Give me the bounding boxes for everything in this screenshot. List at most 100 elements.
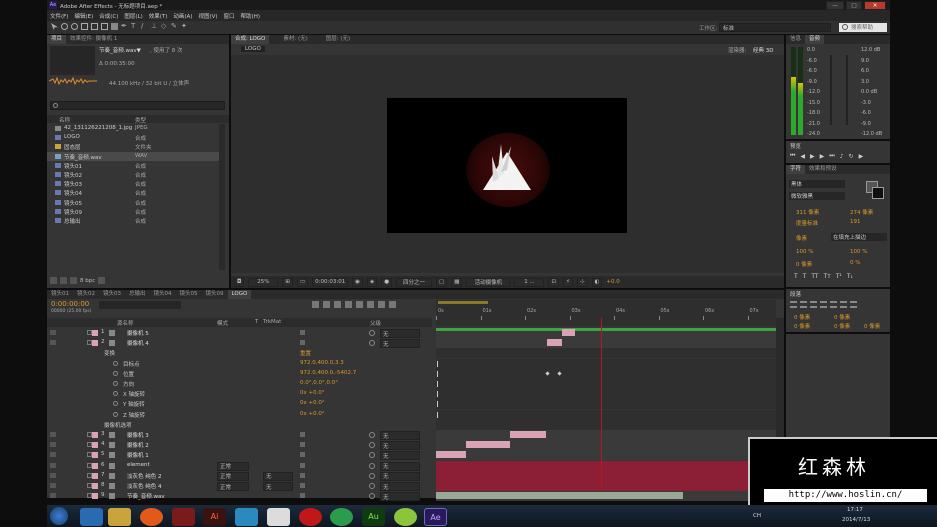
align-center-icon[interactable] [800, 301, 807, 308]
label-color-swatch[interactable] [92, 340, 98, 347]
all-caps-icon[interactable]: TT [811, 273, 818, 280]
stroke-width-value[interactable]: 像素 [796, 234, 807, 242]
brush-tool-icon[interactable]: / [141, 23, 148, 30]
explorer-icon[interactable] [108, 508, 131, 526]
work-area-bar[interactable] [438, 301, 488, 304]
layer-track[interactable] [436, 470, 776, 481]
zoom-tool-icon[interactable] [71, 23, 78, 30]
first-frame-icon[interactable]: ⏮ [790, 152, 795, 160]
stroke-color-swatch[interactable] [872, 187, 884, 199]
project-item[interactable]: 镜头01 合成 [47, 161, 219, 170]
layer-track[interactable] [436, 481, 776, 491]
column-trkmat[interactable]: TrkMat [263, 319, 281, 325]
justify-all-icon[interactable] [850, 301, 857, 308]
menu-item[interactable]: 动画(A) [173, 12, 192, 20]
timeline-tab[interactable]: 镜头04 [150, 290, 176, 299]
comp-mini-flowchart-icon[interactable] [312, 301, 319, 308]
layer-mode-select[interactable]: 正常 [217, 471, 249, 481]
layer-row[interactable]: 7 淡灰色 纯色 2 正常 无 无 [47, 471, 432, 481]
property-value[interactable]: 972.0,400.0,3.3 [300, 360, 344, 366]
visibility-eye-icon[interactable] [50, 493, 56, 499]
play-icon[interactable]: ▶ [810, 153, 815, 160]
column-type[interactable]: 类型 [135, 116, 146, 124]
subscript-icon[interactable]: T₁ [847, 273, 853, 280]
parent-select[interactable]: 无 [380, 461, 420, 471]
column-mode[interactable]: 模式 [217, 319, 228, 327]
menu-item[interactable]: 视图(V) [198, 12, 217, 20]
start-button-icon[interactable] [50, 507, 68, 525]
property-value[interactable]: 0x +0.0° [300, 411, 325, 417]
timeline-search-input[interactable] [99, 301, 181, 309]
resolution-select[interactable]: 四分之一 [396, 277, 433, 287]
show-snapshot-icon[interactable]: ◈ [366, 277, 378, 287]
flowchart-icon[interactable]: ⊹ [576, 277, 588, 287]
layer-mode-select[interactable]: 正常 [217, 461, 249, 471]
column-parent[interactable]: 父级 [370, 319, 381, 327]
project-item[interactable]: 镜头02 合成 [47, 170, 219, 179]
visibility-eye-icon[interactable] [50, 442, 56, 448]
close-icon[interactable]: ✕ [864, 1, 886, 10]
parent-select[interactable]: 无 [380, 451, 420, 461]
camera-view-select[interactable]: 活动摄像机 [466, 277, 511, 287]
shy-switch-icon[interactable] [300, 472, 305, 478]
reset-exposure-icon[interactable]: ◐ [591, 277, 603, 287]
hide-shy-icon[interactable] [334, 301, 341, 308]
stopwatch-icon[interactable] [113, 401, 118, 407]
layer-name[interactable]: 摄像机 2 [127, 441, 149, 449]
selected-item-name[interactable]: 节奏_音频.wav▼ [99, 46, 141, 54]
after-effects-icon[interactable]: Ae [424, 508, 447, 526]
layer-name[interactable]: 摄像机 4 [127, 339, 149, 347]
trash-icon[interactable] [98, 277, 106, 284]
project-item[interactable]: 镜头04 合成 [47, 188, 219, 197]
hand-tool-icon[interactable] [61, 23, 68, 30]
taskbar-app-1-icon[interactable] [80, 508, 103, 526]
layer-track[interactable] [436, 450, 776, 461]
faux-bold-icon[interactable]: T [794, 273, 798, 280]
transform-property-row[interactable]: Z 轴旋转 0x +0.0° [47, 410, 432, 420]
space-after[interactable]: 0 像素 [864, 322, 880, 330]
transparency-grid-icon[interactable]: ▦ [451, 277, 463, 287]
layer-name[interactable]: 节奏_音频.wav [127, 492, 165, 500]
project-item[interactable]: LOGO 合成 [47, 133, 219, 142]
transform-group[interactable]: 变换 重置 [47, 348, 432, 358]
current-time-indicator[interactable] [601, 318, 602, 488]
brainstorm-icon[interactable] [367, 301, 374, 308]
tab-info[interactable]: 信息 [786, 35, 805, 44]
label-color-swatch[interactable] [92, 472, 98, 479]
channel-icon[interactable]: ● [381, 277, 393, 287]
stopwatch-icon[interactable] [113, 411, 118, 417]
layer-track[interactable] [436, 338, 776, 349]
shy-switch-icon[interactable] [300, 442, 305, 448]
project-item[interactable]: 镜头05 合成 [47, 198, 219, 207]
align-left-icon[interactable] [790, 301, 797, 308]
baseline-shift-value[interactable]: 0 像素 [796, 260, 812, 268]
menu-item[interactable]: 图层(L) [124, 12, 142, 20]
project-item[interactable]: 固态层 文件夹 [47, 142, 219, 151]
pan-behind-tool-icon[interactable] [101, 23, 108, 30]
layer-name[interactable]: 摄像机 3 [127, 431, 149, 439]
stopwatch-icon[interactable] [113, 370, 118, 376]
tsume-value[interactable]: 0 % [850, 260, 860, 266]
tab-effect-controls[interactable]: 效果控件: 摄像机 1 [66, 35, 121, 44]
visibility-eye-icon[interactable] [50, 483, 56, 488]
tab-project[interactable]: 项目 [47, 35, 67, 44]
property-value[interactable]: 0x +0.0° [300, 400, 325, 406]
roto-brush-tool-icon[interactable]: ✎ [171, 23, 178, 30]
snapshot-icon[interactable]: ◉ [352, 277, 363, 287]
clock-time[interactable]: 17:17 [847, 507, 863, 513]
toggle-pixel-icon[interactable]: ⊡ [548, 277, 560, 287]
label-color-swatch[interactable] [92, 493, 98, 500]
tab-layer[interactable]: 图层: (无) [322, 35, 354, 44]
new-folder-icon[interactable] [60, 277, 67, 284]
project-item[interactable]: 镜头09 合成 [47, 207, 219, 216]
justify-left-icon[interactable] [820, 301, 827, 308]
timeline-tab[interactable]: 镜头03 [99, 290, 125, 299]
justify-right-icon[interactable] [840, 301, 847, 308]
pickwhip-icon[interactable] [369, 483, 375, 489]
frame-blending-icon[interactable] [345, 301, 352, 308]
zoom-select[interactable]: 25% [248, 277, 279, 287]
justify-center-icon[interactable] [830, 301, 837, 308]
layer-bar[interactable] [547, 339, 562, 347]
fast-preview-icon[interactable]: ⚡ [563, 277, 573, 287]
indent-first[interactable]: 0 像素 [794, 322, 810, 330]
